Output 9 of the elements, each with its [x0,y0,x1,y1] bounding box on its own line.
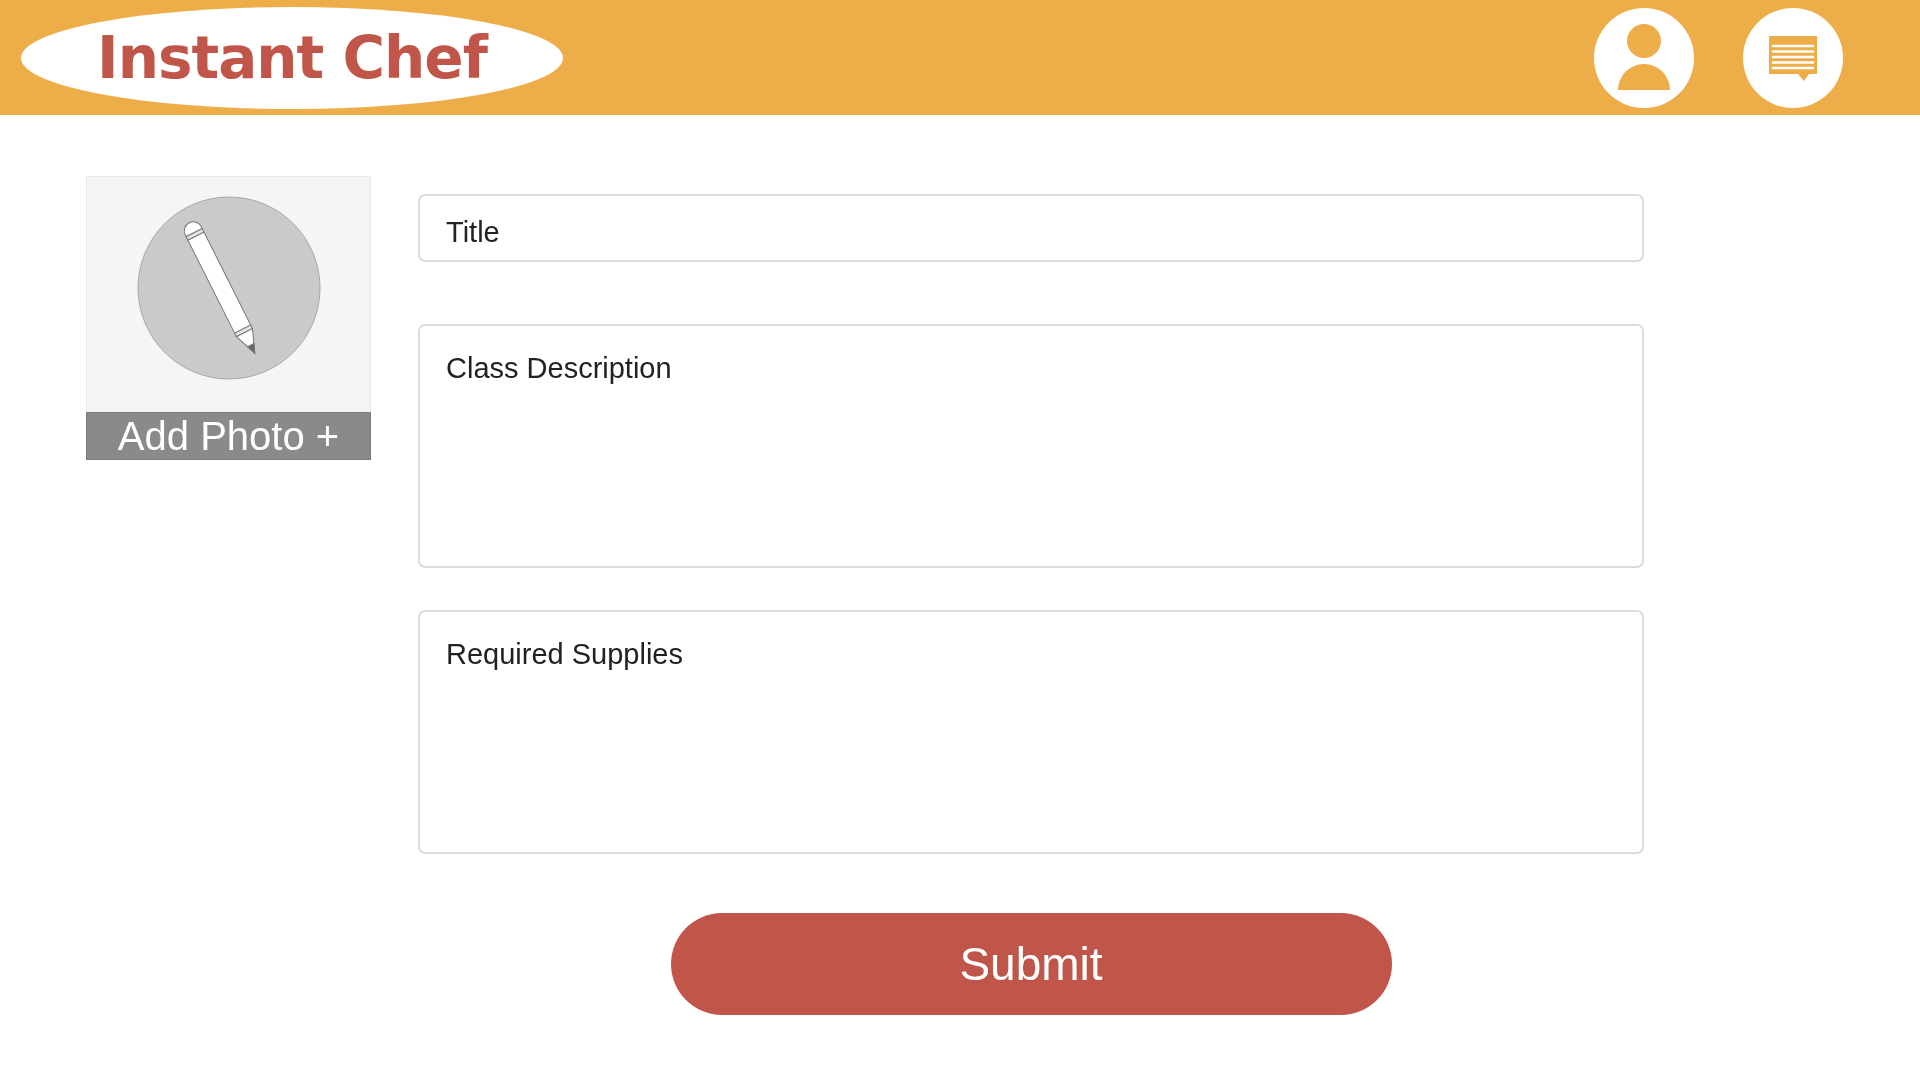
message-icon[interactable] [1743,7,1843,108]
text-area[interactable]: Required Supplies [418,610,1644,854]
submit-button[interactable]: Submit [670,913,1392,1015]
pencil-icon [136,196,321,380]
user-icon[interactable] [1594,7,1694,108]
add-photo-button[interactable]: Add Photo + [86,412,371,460]
text-area[interactable]: Class Description [418,324,1644,568]
text-input[interactable]: Title [418,194,1644,262]
app-logo[interactable]: Instant Chef [21,6,563,109]
